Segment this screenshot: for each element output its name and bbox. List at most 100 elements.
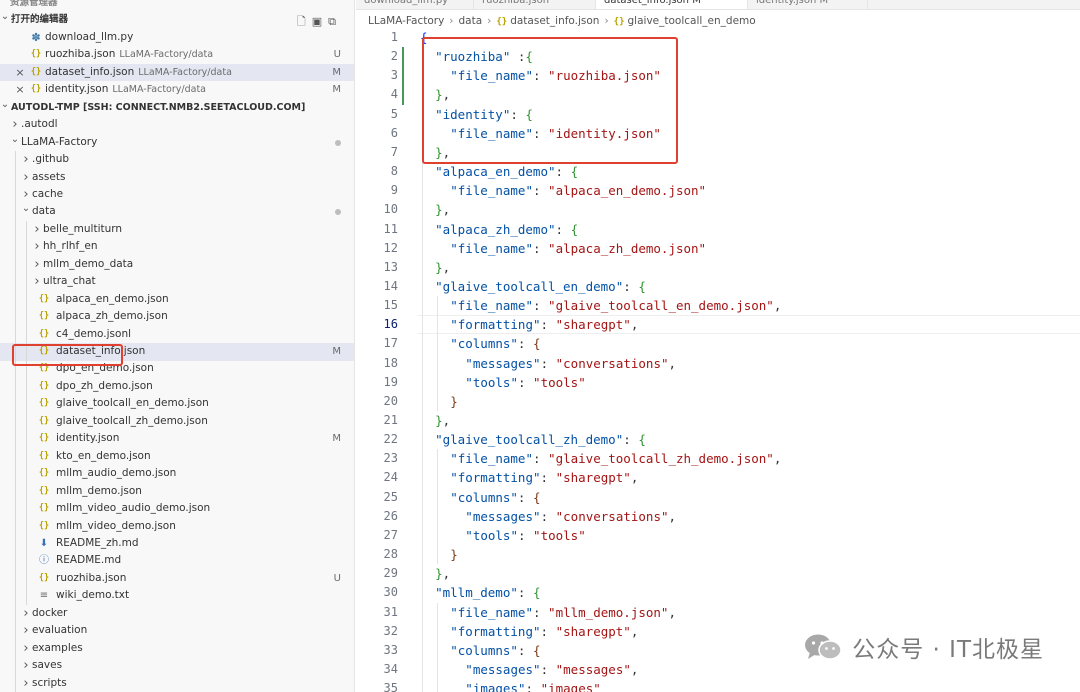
code-line[interactable]: 18 "messages": "conversations",: [356, 354, 1080, 373]
chevron-down-icon: ⌄: [0, 11, 10, 23]
code-line[interactable]: 11 "alpaca_zh_demo": {: [356, 220, 1080, 239]
code-line[interactable]: 8 "alpaca_en_demo": {: [356, 162, 1080, 181]
code-line[interactable]: 12 "file_name": "alpaca_zh_demo.json": [356, 239, 1080, 258]
file-item[interactable]: {} alpaca_en_demo.json: [0, 291, 354, 309]
folder-item[interactable]: ⌄ LLaMA-Factory: [0, 134, 354, 152]
code-token: "glaive_toolcall_zh_demo": [435, 432, 624, 448]
file-name: glaive_toolcall_en_demo.json: [56, 397, 209, 410]
wechat-icon: [804, 633, 842, 661]
editor-tab[interactable]: ruozhiba.json: [474, 0, 596, 9]
code-token: ,: [668, 508, 677, 524]
open-editors-header[interactable]: ⌄ 打开的编辑器: [0, 11, 354, 29]
code-line[interactable]: 26 "messages": "conversations",: [356, 507, 1080, 526]
file-item[interactable]: {} glaive_toolcall_en_demo.json: [0, 395, 354, 413]
code-line[interactable]: 27 "tools": "tools": [356, 526, 1080, 545]
close-icon[interactable]: ×: [14, 81, 26, 99]
folder-item[interactable]: › ultra_chat: [0, 273, 354, 291]
file-item[interactable]: {} dpo_zh_demo.json: [0, 378, 354, 396]
folder-item[interactable]: › evaluation: [0, 622, 354, 640]
file-item[interactable]: {} identity.json M: [0, 430, 354, 448]
breadcrumb-item[interactable]: dataset_info.json: [510, 15, 599, 27]
code-line[interactable]: 23 "file_name": "glaive_toolcall_zh_demo.…: [356, 449, 1080, 468]
folder-item[interactable]: › assets: [0, 169, 354, 187]
folder-item[interactable]: › saves: [0, 657, 354, 675]
code-token: :: [623, 432, 639, 448]
folder-item[interactable]: › .github: [0, 151, 354, 169]
file-item[interactable]: ⬇ README_zh.md: [0, 535, 354, 553]
open-editor-name: ruozhiba.json LLaMA-Factory/data: [45, 46, 213, 64]
folder-item[interactable]: › belle_multiturn: [0, 221, 354, 239]
code-line[interactable]: 15 "file_name": "glaive_toolcall_en_demo.…: [356, 296, 1080, 315]
editor-tab[interactable]: identity.json M: [748, 0, 868, 9]
file-item[interactable]: {} kto_en_demo.json: [0, 448, 354, 466]
file-item[interactable]: ⓘ README.md: [0, 552, 354, 570]
code-line[interactable]: 21},: [356, 411, 1080, 430]
folder-item[interactable]: › mllm_demo_data: [0, 256, 354, 274]
folder-item[interactable]: › examples: [0, 640, 354, 658]
folder-item[interactable]: › docker: [0, 605, 354, 623]
code-line[interactable]: 16 "formatting": "sharegpt",: [356, 315, 1080, 334]
code-line[interactable]: 25 "columns": {: [356, 488, 1080, 507]
code-line[interactable]: 29},: [356, 564, 1080, 583]
code-line[interactable]: 19 "tools": "tools": [356, 373, 1080, 392]
chevron-right-icon: ›: [34, 239, 40, 255]
open-editor-item[interactable]: × {} dataset_info.json LLaMA-Factory/data M: [0, 63, 354, 82]
breadcrumb-item[interactable]: data: [459, 15, 483, 27]
folder-item[interactable]: ⌄ data: [0, 203, 354, 221]
breadcrumb-item[interactable]: LLaMA-Factory: [368, 15, 444, 27]
folder-item[interactable]: › cache: [0, 186, 354, 204]
code-token: {: [532, 336, 541, 352]
editor-tab[interactable]: download_llm.py: [356, 0, 474, 9]
folder-name: scripts: [32, 676, 67, 689]
file-item[interactable]: {} mllm_video_audio_demo.json: [0, 500, 354, 518]
code-line[interactable]: 22 "glaive_toolcall_zh_demo": {: [356, 430, 1080, 449]
open-editors-title: 打开的编辑器: [11, 14, 69, 26]
code-token: "formatting": [450, 317, 541, 333]
folder-name: mllm_demo_data: [43, 257, 134, 270]
open-editor-item[interactable]: × {} identity.json LLaMA-Factory/data M: [0, 81, 354, 99]
code-line[interactable]: 30 "mllm_demo": {: [356, 583, 1080, 602]
folder-item[interactable]: › .autodl: [0, 116, 354, 134]
folder-item[interactable]: › scripts: [0, 675, 354, 692]
file-name: mllm_demo.json: [56, 484, 142, 497]
git-status-badge: U: [333, 572, 341, 584]
open-editor-item[interactable]: {} ruozhiba.json LLaMA-Factory/data U: [0, 46, 354, 64]
code-token: "mllm_demo.json": [548, 604, 669, 620]
code-line[interactable]: 24 "formatting": "sharegpt",: [356, 468, 1080, 487]
code-token: "file_name": [450, 183, 533, 199]
line-number: 1: [390, 30, 398, 44]
close-icon[interactable]: ×: [14, 64, 26, 82]
line-number: 2: [390, 49, 398, 64]
folder-item[interactable]: › hh_rlhf_en: [0, 238, 354, 256]
code-token: :: [540, 508, 556, 524]
code-token: "glaive_toolcall_en_demo": [435, 278, 624, 294]
file-item[interactable]: {} alpaca_zh_demo.json: [0, 308, 354, 326]
code-token: "alpaca_zh_demo.json": [548, 240, 707, 256]
file-item[interactable]: ≡ wiki_demo.txt: [0, 587, 354, 605]
code-line[interactable]: 17 "columns": {: [356, 334, 1080, 353]
file-item[interactable]: {} mllm_video_demo.json: [0, 518, 354, 536]
file-item[interactable]: {} glaive_toolcall_zh_demo.json: [0, 413, 354, 431]
line-number: 13: [383, 259, 398, 274]
code-line[interactable]: 14 "glaive_toolcall_en_demo": {: [356, 277, 1080, 296]
code-text: }: [450, 392, 458, 411]
json-file-icon: {}: [30, 49, 42, 60]
code-line[interactable]: 9 "file_name": "alpaca_en_demo.json": [356, 181, 1080, 200]
file-item[interactable]: {} c4_demo.jsonl: [0, 326, 354, 344]
breadcrumb-item[interactable]: glaive_toolcall_en_demo: [628, 15, 756, 27]
code-token: "messages": [555, 661, 631, 677]
git-status-badge: M: [332, 66, 341, 78]
code-line[interactable]: 13},: [356, 258, 1080, 277]
code-line[interactable]: 31 "file_name": "mllm_demo.json",: [356, 603, 1080, 622]
code-line[interactable]: 35 "images": "images": [356, 679, 1080, 692]
code-line[interactable]: 20}: [356, 392, 1080, 411]
file-item[interactable]: {} mllm_audio_demo.json: [0, 465, 354, 483]
file-item[interactable]: {} mllm_demo.json: [0, 483, 354, 501]
file-item[interactable]: {} ruozhiba.json U: [0, 570, 354, 588]
line-number: 32: [383, 623, 398, 638]
editor-tab[interactable]: dataset_info.json M: [596, 0, 748, 9]
workspace-header[interactable]: ⌄ AUTODL-TMP [SSH: CONNECT.NMB2.SEETACLOU…: [0, 99, 354, 117]
open-editor-item[interactable]: ✽ download_llm.py: [0, 29, 354, 47]
code-line[interactable]: 10},: [356, 200, 1080, 219]
code-line[interactable]: 28}: [356, 545, 1080, 564]
